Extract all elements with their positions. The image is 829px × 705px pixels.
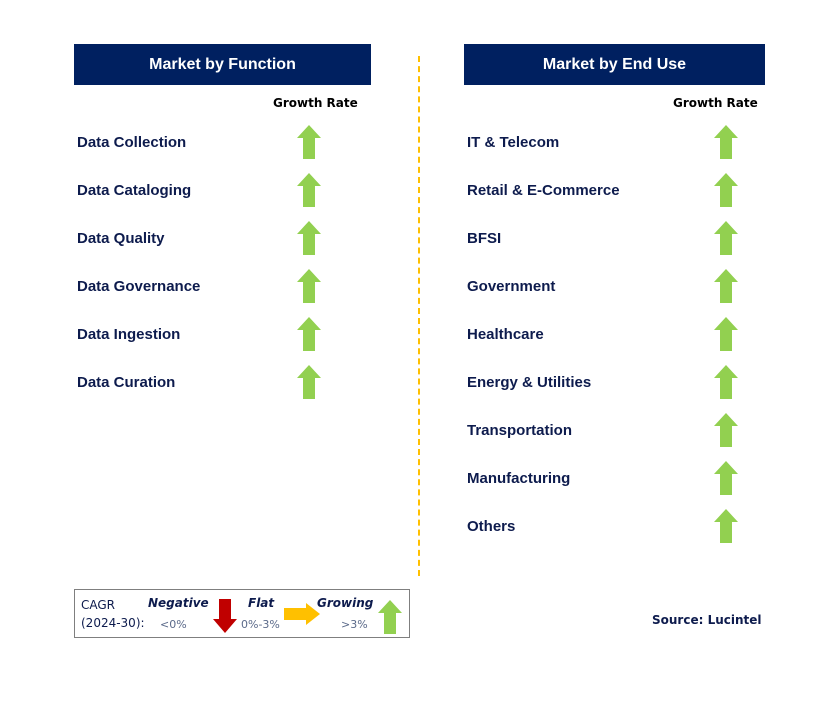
end-use-panel-title: Market by End Use [542,55,687,73]
row-label: Manufacturing [467,470,571,487]
growth-up-arrow-icon [297,317,321,351]
growth-up-arrow-icon [714,125,738,159]
growth-up-arrow-icon [714,221,738,255]
growth-up-arrow-icon [297,173,321,207]
legend-negative-range: <0% [160,618,187,631]
function-panel-title: Market by Function [149,55,296,73]
legend-growing-range: >3% [341,618,368,631]
row-label: Healthcare [467,326,544,343]
end-use-growth-rate-label: Growth Rate [673,96,758,110]
row-label: Data Ingestion [77,326,181,343]
function-panel-header: Market by Function [74,44,371,85]
up-arrow-icon [378,600,402,634]
panel-divider [418,56,420,576]
row-label: Retail & E-Commerce [467,182,620,199]
row-label: IT & Telecom [467,134,560,151]
cagr-legend: CAGR (2024-30): Negative <0% Flat 0%-3% … [74,589,410,638]
growth-up-arrow-icon [714,173,738,207]
growth-up-arrow-icon [714,413,738,447]
growth-up-arrow-icon [297,269,321,303]
end-use-panel-header: Market by End Use [464,44,765,85]
growth-up-arrow-icon [297,125,321,159]
growth-up-arrow-icon [714,365,738,399]
function-growth-rate-label: Growth Rate [273,96,358,110]
legend-flat-range: 0%-3% [241,618,280,631]
row-label: BFSI [467,230,502,247]
growth-up-arrow-icon [297,221,321,255]
legend-flat-label: Flat [248,596,275,610]
row-label: Data Collection [77,134,187,151]
row-label: Data Quality [77,230,165,247]
row-label: Government [467,278,556,295]
right-arrow-icon [284,603,320,625]
growth-up-arrow-icon [297,365,321,399]
row-label: Transportation [467,422,573,439]
down-arrow-icon [213,599,237,633]
row-label: Data Curation [77,374,176,391]
row-label: Energy & Utilities [467,374,592,391]
row-label: Others [467,518,516,535]
growth-up-arrow-icon [714,317,738,351]
legend-negative-label: Negative [148,596,209,610]
legend-cagr-label: CAGR (2024-30): [81,596,145,632]
growth-up-arrow-icon [714,509,738,543]
legend-cagr-line2: (2024-30): [81,616,145,630]
row-label: Data Governance [77,278,201,295]
legend-growing-label: Growing [317,596,374,610]
growth-up-arrow-icon [714,461,738,495]
source-note: Source: Lucintel [652,613,762,627]
row-label: Data Cataloging [77,182,192,199]
legend-cagr-line1: CAGR [81,598,116,612]
growth-up-arrow-icon [714,269,738,303]
